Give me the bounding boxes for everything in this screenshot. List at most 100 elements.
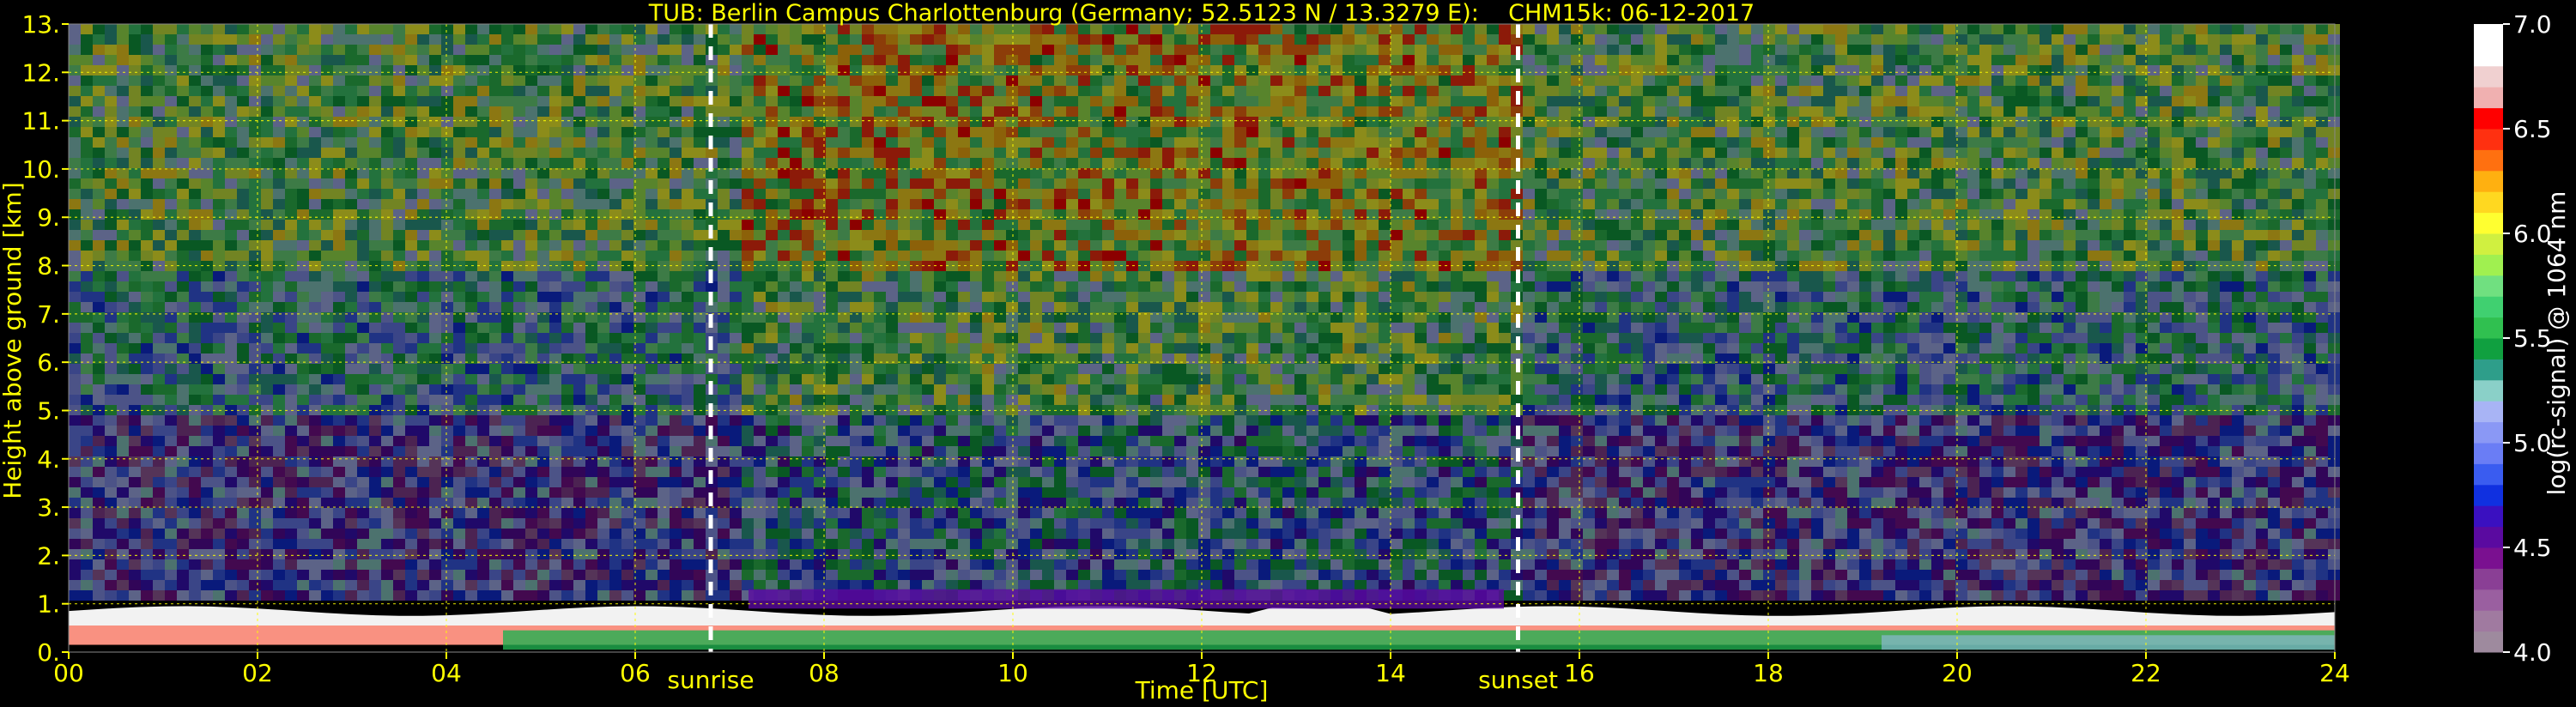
- signal-cell: [1330, 189, 1343, 199]
- signal-cell: [297, 230, 309, 240]
- signal-cell: [1054, 230, 1066, 240]
- signal-cell: [1775, 96, 1787, 106]
- signal-cell: [1739, 137, 1751, 148]
- signal-cell: [1595, 117, 1607, 127]
- signal-cell: [1270, 230, 1282, 240]
- signal-cell: [357, 230, 369, 240]
- signal-cell: [1330, 76, 1343, 86]
- signal-cell: [1643, 178, 1655, 189]
- signal-cell: [297, 189, 309, 199]
- signal-cell: [1391, 168, 1403, 178]
- signal-cell: [2268, 271, 2280, 281]
- signal-cell: [1415, 158, 1427, 168]
- signal-cell: [2076, 199, 2088, 209]
- signal-cell: [862, 45, 874, 55]
- signal-cell: [802, 230, 814, 240]
- signal-cell: [2100, 240, 2112, 251]
- signal-cell: [1210, 281, 1222, 292]
- signal-cell: [1114, 45, 1126, 55]
- signal-cell: [621, 158, 633, 168]
- signal-cell: [2148, 96, 2160, 106]
- signal-cell: [93, 209, 105, 220]
- signal-cell: [333, 271, 345, 281]
- signal-cell: [1559, 158, 1571, 168]
- signal-cell: [1150, 76, 1162, 86]
- signal-cell: [345, 86, 357, 96]
- signal-cell: [1931, 106, 1943, 117]
- signal-cell: [1042, 96, 1054, 106]
- signal-cell: [1835, 55, 1847, 65]
- signal-cell: [537, 178, 549, 189]
- signal-cell: [573, 178, 585, 189]
- signal-cell: [69, 220, 81, 230]
- signal-cell: [1895, 106, 1907, 117]
- signal-cell: [1355, 76, 1367, 86]
- signal-cell: [766, 199, 778, 209]
- signal-cell: [1619, 158, 1631, 168]
- signal-cell: [1475, 251, 1487, 261]
- signal-cell: [982, 76, 994, 86]
- signal-cell: [1715, 117, 1727, 127]
- signal-cell: [1427, 127, 1439, 137]
- signal-cell: [177, 251, 189, 261]
- signal-cell: [189, 240, 201, 251]
- signal-cell: [1246, 86, 1258, 96]
- signal-cell: [1318, 106, 1330, 117]
- signal-cell: [345, 271, 357, 281]
- signal-cell: [790, 65, 802, 76]
- signal-cell: [1114, 117, 1126, 127]
- signal-cell: [850, 189, 862, 199]
- signal-cell: [1318, 281, 1330, 292]
- signal-cell: [1871, 240, 1883, 251]
- signal-cell: [1210, 127, 1222, 137]
- signal-cell: [2184, 96, 2196, 106]
- signal-cell: [850, 271, 862, 281]
- signal-cell: [1282, 148, 1294, 158]
- signal-cell: [237, 292, 249, 302]
- signal-cell: [1330, 106, 1343, 117]
- signal-cell: [646, 96, 658, 106]
- signal-cell: [1571, 34, 1583, 45]
- signal-cell: [778, 137, 790, 148]
- signal-cell: [1054, 209, 1066, 220]
- signal-cell: [946, 45, 958, 55]
- signal-cell: [1475, 199, 1487, 209]
- signal-cell: [2184, 65, 2196, 76]
- signal-cell: [2064, 45, 2076, 55]
- signal-cell: [1763, 178, 1775, 189]
- signal-cell: [2052, 86, 2064, 96]
- signal-cell: [1883, 178, 1895, 189]
- signal-cell: [1967, 76, 1979, 86]
- signal-cell: [225, 148, 237, 158]
- signal-cell: [1126, 96, 1138, 106]
- signal-cell: [2052, 137, 2064, 148]
- signal-cell: [1931, 209, 1943, 220]
- signal-cell: [1403, 117, 1415, 127]
- signal-cell: [1343, 158, 1355, 168]
- signal-cell: [790, 45, 802, 55]
- signal-cell: [1030, 271, 1042, 281]
- signal-cell: [2148, 178, 2160, 189]
- signal-cell: [2268, 240, 2280, 251]
- signal-cell: [2160, 65, 2172, 76]
- signal-cell: [922, 240, 934, 251]
- signal-cell: [646, 34, 658, 45]
- signal-cell: [177, 199, 189, 209]
- signal-cell: [621, 76, 633, 86]
- signal-cell: [1643, 271, 1655, 281]
- signal-cell: [1355, 117, 1367, 127]
- signal-cell: [597, 209, 609, 220]
- signal-cell: [597, 230, 609, 240]
- signal-cell: [1751, 117, 1763, 127]
- signal-cell: [1210, 76, 1222, 86]
- signal-cell: [489, 240, 501, 251]
- signal-cell: [2088, 240, 2100, 251]
- signal-cell: [1246, 34, 1258, 45]
- signal-cell: [1991, 148, 2003, 158]
- signal-cell: [778, 86, 790, 96]
- signal-cell: [694, 199, 706, 209]
- signal-cell: [850, 137, 862, 148]
- signal-cell: [1943, 86, 1955, 96]
- signal-cell: [621, 137, 633, 148]
- signal-cell: [1643, 65, 1655, 76]
